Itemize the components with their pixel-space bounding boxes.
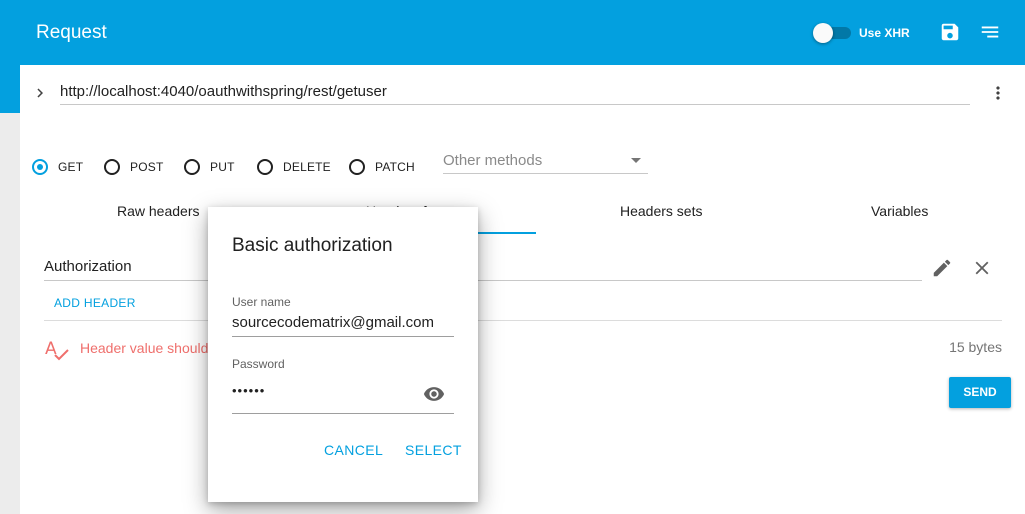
header-name-underline — [44, 280, 922, 281]
toolbar: Request Use XHR — [0, 0, 1025, 65]
other-methods-dropdown[interactable]: Other methods — [443, 152, 542, 169]
dialog-title: Basic authorization — [232, 235, 393, 256]
basic-auth-dialog: Basic authorization User name sourcecode… — [208, 207, 478, 502]
username-input[interactable]: sourcecodematrix@gmail.com — [232, 314, 434, 331]
tab-variables[interactable]: Variables — [871, 203, 928, 219]
use-xhr-toggle[interactable] — [813, 23, 851, 43]
active-request-indicator[interactable] — [0, 65, 20, 113]
method-radio-get[interactable] — [32, 159, 48, 175]
visibility-icon[interactable] — [421, 383, 447, 405]
method-label-post: POST — [130, 160, 164, 174]
close-icon[interactable] — [971, 257, 993, 279]
page-title: Request — [36, 22, 107, 43]
password-underline — [232, 413, 454, 414]
toggle-knob — [813, 23, 833, 43]
method-label-patch: PATCH — [375, 160, 415, 174]
method-radio-delete[interactable] — [257, 159, 273, 175]
edit-icon[interactable] — [931, 257, 953, 279]
request-size: 15 bytes — [949, 339, 1002, 355]
save-icon[interactable] — [939, 21, 961, 43]
password-input[interactable]: •••••• — [232, 383, 265, 398]
history-strip — [0, 65, 20, 514]
other-methods-underline — [443, 173, 648, 174]
method-radio-post[interactable] — [104, 159, 120, 175]
url-underline — [60, 104, 970, 105]
url-input[interactable]: http://localhost:4040/oauthwithspring/re… — [60, 83, 387, 100]
spellcheck-icon: A — [44, 338, 70, 362]
method-label-put: PUT — [210, 160, 235, 174]
more-vert-icon[interactable] — [988, 82, 1008, 104]
sort-icon[interactable] — [979, 21, 1001, 43]
select-button[interactable]: SELECT — [405, 442, 462, 458]
header-warning-text: Header value should — [80, 340, 209, 356]
add-header-button[interactable]: ADD HEADER — [54, 296, 136, 310]
tab-raw-headers[interactable]: Raw headers — [117, 203, 200, 219]
divider — [44, 320, 1002, 321]
method-label-get: GET — [58, 160, 84, 174]
cancel-button[interactable]: CANCEL — [324, 442, 383, 458]
chevron-right-icon[interactable] — [31, 84, 49, 102]
use-xhr-label: Use XHR — [859, 26, 910, 40]
username-underline — [232, 336, 454, 337]
send-button[interactable]: SEND — [949, 377, 1011, 408]
method-radio-put[interactable] — [184, 159, 200, 175]
password-label: Password — [232, 357, 285, 371]
username-label: User name — [232, 295, 291, 309]
header-name-input[interactable]: Authorization — [44, 258, 132, 275]
method-radio-patch[interactable] — [349, 159, 365, 175]
dropdown-arrow-icon — [631, 158, 641, 163]
tab-headers-sets[interactable]: Headers sets — [620, 203, 702, 219]
method-label-delete: DELETE — [283, 160, 331, 174]
